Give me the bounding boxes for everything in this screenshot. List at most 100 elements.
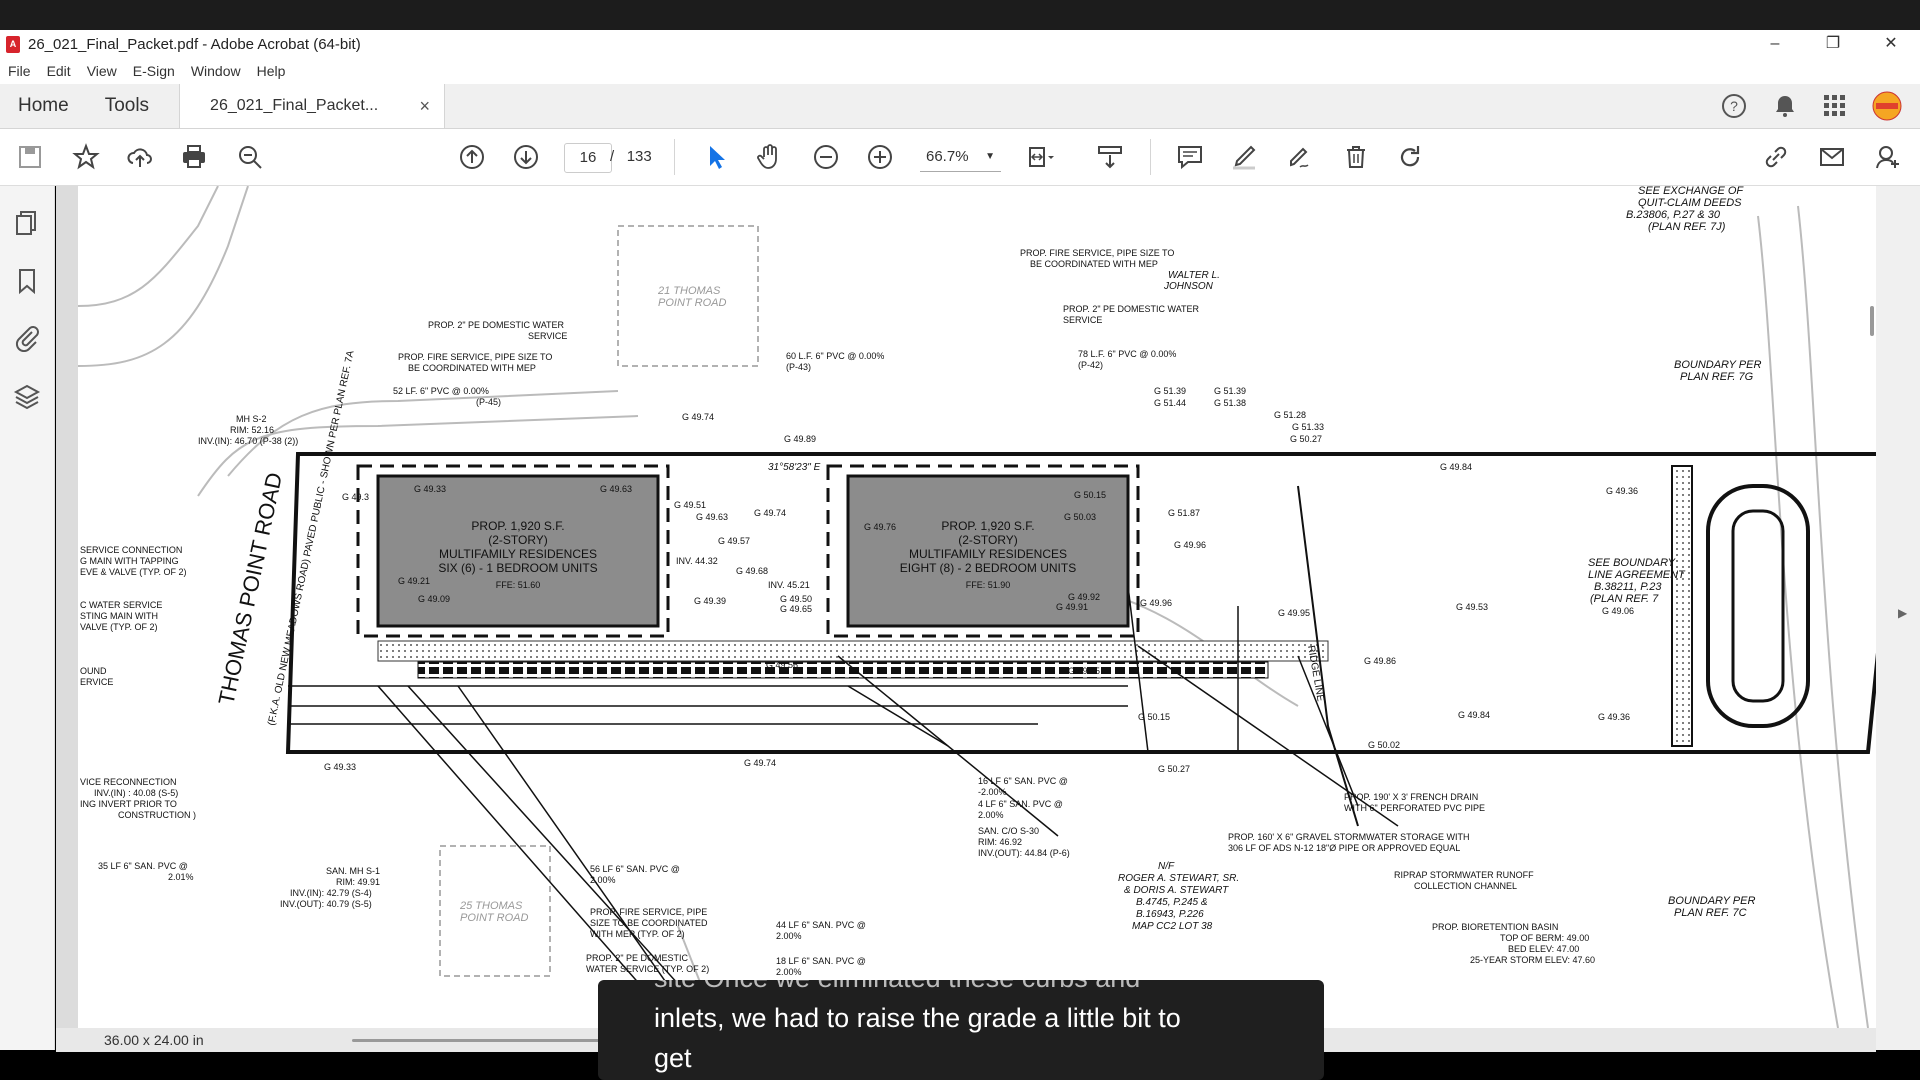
menu-file[interactable]: File [0,63,39,79]
grade-29: G 51.38 [1214,398,1246,408]
menu-window[interactable]: Window [183,63,249,79]
note-abutter-lot: MAP CC2 LOT 38 [1132,921,1213,932]
expand-pane-arrow-icon[interactable]: ▶ [1898,606,1907,620]
close-window-button[interactable]: ✕ [1862,30,1920,58]
scroll-mode-icon[interactable] [1094,141,1126,173]
tab-home[interactable]: Home [0,84,87,128]
sign-pen-icon[interactable] [1284,141,1316,173]
zoom-in-icon[interactable] [864,141,896,173]
note-lot-25-a: 25 THOMAS [459,900,523,912]
note-quitclaim-c: B.23806, P.27 & 30 [1626,209,1721,221]
menu-edit[interactable]: Edit [39,63,79,79]
grade-30: G 51.28 [1274,410,1306,420]
bookmarks-icon[interactable] [12,266,42,296]
note-san-4lf: 4 LF 6" SAN. PVC @ [978,799,1063,809]
note-san-18lf: 18 LF 6" SAN. PVC @ [776,956,866,966]
grade-31: G 51.33 [1292,422,1324,432]
svg-text:?: ? [1730,98,1738,114]
delete-trash-icon[interactable] [1340,141,1372,173]
select-cursor-icon[interactable] [700,141,732,173]
road-name: THOMAS POINT ROAD [213,470,287,707]
note-reconnection: VICE RECONNECTION [80,777,177,787]
note-riprap-b: COLLECTION CHANNEL [1414,881,1517,891]
help-icon[interactable]: ? [1720,92,1748,120]
restore-button[interactable]: ❐ [1804,30,1862,58]
gravel-storage-strip [377,640,1329,662]
caption-line-1: inlets, we had to raise the grade a litt… [654,1003,1181,1033]
grade-22: G 49.92 [1068,592,1100,602]
note-bioretention: PROP. BIORETENTION BASIN [1432,922,1558,932]
highlight-pen-icon[interactable] [1228,141,1260,173]
note-ground-service: OUND [80,666,107,676]
note-bioretention-storm: 25-YEAR STORM ELEV: 47.60 [1470,955,1595,965]
caption-line-2: get [654,1043,692,1073]
document-canvas[interactable]: RIDGE LINE THOMAS POINT ROAD (F.K.A. OLD… [56,186,1876,1050]
tab-tools[interactable]: Tools [87,84,167,128]
horizontal-scrollbar-thumb[interactable] [352,1039,612,1042]
vertical-scrollbar-thumb[interactable] [1870,306,1874,336]
grade-26: G 51.39 [1154,386,1186,396]
next-page-icon[interactable] [510,141,542,173]
building-left-stories: (2-STORY) [488,533,548,547]
upload-cloud-icon[interactable] [124,141,156,173]
star-bookmark-icon[interactable] [70,141,102,173]
menu-esign[interactable]: E-Sign [125,63,183,79]
note-fire-service-2: PROP. FIRE SERVICE, PIPE SIZE TO [1020,248,1174,258]
note-san-mh-s1: SAN. MH S-1 [326,866,380,876]
note-boundary-7g: BOUNDARY PER [1674,359,1761,371]
attachments-paperclip-icon[interactable] [12,322,42,352]
layers-icon[interactable] [12,382,42,412]
tab-document[interactable]: 26_021_Final_Packet... × [179,84,446,128]
save-icon[interactable] [14,141,46,173]
rotate-icon[interactable] [1394,141,1426,173]
share-link-icon[interactable] [1760,141,1792,173]
fit-page-icon[interactable] [1024,141,1056,173]
building-right-stories: (2-STORY) [958,533,1018,547]
add-user-icon[interactable] [1872,141,1904,173]
comment-icon[interactable] [1174,141,1206,173]
hand-pan-icon[interactable] [754,141,786,173]
grade-6: G 49.63 [696,512,728,522]
toolbar-divider [674,139,675,175]
tab-close-button[interactable]: × [420,96,431,117]
note-abutter-book2: B.16943, P.226 [1136,909,1204,920]
zoom-level-value: 66.7% [926,148,969,165]
zoom-level-dropdown[interactable]: 66.7% ▼ [920,143,1001,172]
search-zoom-icon[interactable] [234,141,266,173]
note-bioretention-bed: BED ELEV: 47.00 [1508,944,1579,954]
note-pvc-p42b: (P-42) [1078,360,1103,370]
user-avatar-icon[interactable] [1872,91,1902,121]
minimize-button[interactable]: – [1746,30,1804,58]
print-icon[interactable] [178,141,210,173]
menu-help[interactable]: Help [249,63,294,79]
page-thumbnails-icon[interactable] [12,208,42,238]
note-mh-s2-rim: RIM: 52.16 [230,425,274,435]
page-number-input[interactable]: 16 [564,143,612,173]
previous-page-icon[interactable] [456,141,488,173]
note-san-mh-s1-out: INV.(OUT): 40.79 (S-5) [280,899,372,909]
menu-view[interactable]: View [79,63,125,79]
apps-grid-icon[interactable] [1822,93,1848,119]
note-quitclaim-b: QUIT-CLAIM DEEDS [1638,197,1742,209]
note-lot-21-b: POINT ROAD [658,297,727,309]
grade-9: INV. 44.32 [676,556,718,566]
zoom-out-icon[interactable] [810,141,842,173]
grade-41: G 49.84 [1458,710,1490,720]
email-icon[interactable] [1816,141,1848,173]
grade-15: G 49.21 [398,576,430,586]
grade-12: G 49.65 [780,604,812,614]
note-san-44lf-b: 2.00% [776,931,802,941]
grade-46: G 49.56 [766,660,798,670]
note-san-35lf-b: 2.01% [168,872,194,882]
grade-35: G 49.53 [1456,602,1488,612]
road-subtitle: (F.K.A. OLD NEW MEADOWS ROAD) PAVED PUBL… [266,349,356,726]
grade-45: G 49.33 [324,762,356,772]
notifications-bell-icon[interactable] [1772,93,1798,119]
grade-16: G 49.09 [418,594,450,604]
note-pvc-p43b: (P-43) [786,362,811,372]
tab-document-label: 26_021_Final_Packet... [210,97,379,114]
grade-8: G 49.57 [718,536,750,546]
window-title-bar: A 26_021_Final_Packet.pdf - Adobe Acroba… [0,30,1920,58]
grade-38: G 49.95 [1068,666,1100,676]
window-title: 26_021_Final_Packet.pdf - Adobe Acrobat … [28,35,361,53]
